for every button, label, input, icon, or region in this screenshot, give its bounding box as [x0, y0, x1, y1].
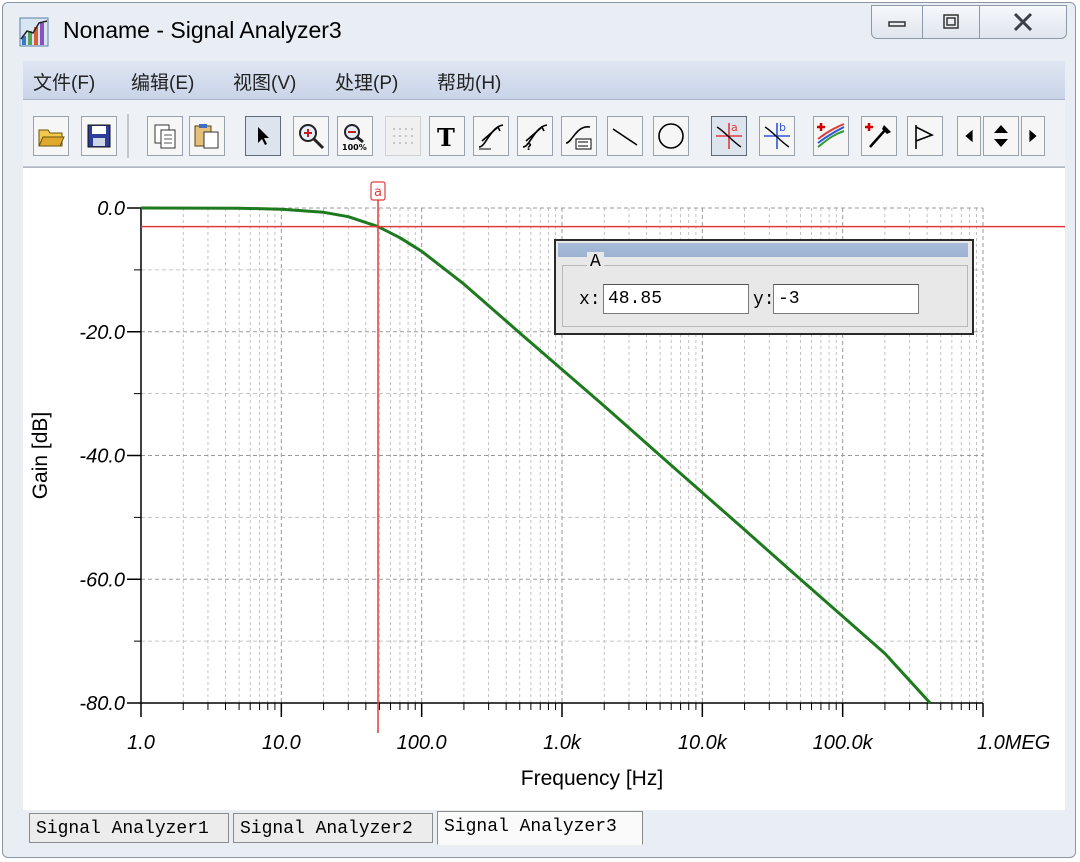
title-bar[interactable]: Noname - Signal Analyzer3	[3, 3, 1075, 59]
scroll-updown-button[interactable]	[983, 116, 1019, 156]
copy-button[interactable]	[147, 116, 183, 156]
x-tick-label: 1.0k	[543, 732, 582, 754]
paste-icon	[194, 124, 219, 149]
flag-icon	[915, 125, 934, 149]
readout-group: A x: 48.85 y: -3	[562, 252, 968, 327]
add-curve-icon	[817, 123, 845, 148]
text-icon: T	[437, 123, 455, 151]
svg-text:?: ?	[526, 142, 532, 151]
menu-help[interactable]: 帮助(H)	[437, 68, 501, 95]
scroll-right-icon	[1029, 129, 1037, 143]
y-tick-label: -20.0	[79, 322, 125, 344]
legend-button[interactable]	[561, 116, 597, 156]
open-folder-icon	[38, 129, 65, 147]
zoom-100-button[interactable]: 100%	[337, 116, 373, 156]
select-button[interactable]	[245, 116, 281, 156]
copy-icon	[154, 124, 176, 149]
scroll-left-button[interactable]	[957, 116, 981, 156]
scroll-left-icon	[965, 129, 973, 143]
pointer-icon	[258, 127, 269, 145]
line-icon	[612, 128, 638, 146]
line-button[interactable]	[607, 116, 643, 156]
menu-edit[interactable]: 编辑(E)	[131, 68, 194, 95]
window-title: Noname - Signal Analyzer3	[63, 17, 342, 43]
y-tick-label: -60.0	[79, 569, 125, 591]
close-icon	[1013, 12, 1033, 32]
save-button[interactable]	[81, 116, 117, 156]
analyzer-tabs: Signal Analyzer1 Signal Analyzer2 Signal…	[23, 811, 1065, 851]
scroll-right-button[interactable]	[1021, 116, 1045, 156]
cursor-a-icon: a	[716, 121, 742, 149]
zoom-in-icon	[299, 124, 325, 150]
y-axis-label: Gain [dB]	[29, 412, 52, 500]
y-tick-label: 0.0	[97, 198, 125, 220]
x-axis-label: Frequency [Hz]	[521, 767, 663, 790]
x-tick-label: 1.0	[127, 732, 155, 754]
x-tick-label: 10.0k	[678, 732, 728, 754]
svg-text:b: b	[779, 121, 786, 134]
menu-process[interactable]: 处理(P)	[335, 68, 398, 95]
minimize-icon	[888, 21, 906, 27]
svg-text:a: a	[731, 121, 738, 134]
tab-signal-analyzer-2[interactable]: Signal Analyzer2	[233, 813, 433, 843]
readout-y-label: y:	[753, 290, 775, 310]
legend-icon	[565, 126, 592, 150]
y-tick-label: -80.0	[79, 693, 125, 715]
cursor-readout-panel[interactable]: A x: 48.85 y: -3	[554, 239, 974, 335]
tab-signal-analyzer-3[interactable]: Signal Analyzer3	[437, 811, 643, 845]
x-tick-label: 100.0	[397, 732, 447, 754]
svg-text:100%: 100%	[342, 143, 367, 151]
grid-icon	[393, 128, 413, 144]
circle-button[interactable]	[653, 116, 689, 156]
menu-file[interactable]: 文件(F)	[33, 68, 95, 95]
label-query-button[interactable]: ?	[517, 116, 553, 156]
plot-area[interactable]: 0.0 -20.0 -40.0 -60.0 -80.0 1.0 10.0 100.0 1.0k 1…	[23, 167, 1065, 810]
save-icon	[87, 124, 111, 148]
y-tick-label: -40.0	[79, 446, 125, 468]
open-button[interactable]	[33, 116, 69, 156]
circle-icon	[658, 123, 684, 149]
signal-analyzer-app-icon	[19, 17, 49, 47]
menu-view[interactable]: 视图(V)	[233, 68, 296, 95]
readout-x-label: x:	[579, 290, 601, 310]
menu-bar: 文件(F) 编辑(E) 视图(V) 处理(P) 帮助(H)	[23, 61, 1065, 100]
x-tick-label: 100.0k	[813, 732, 874, 754]
zoom-in-button[interactable]	[293, 116, 329, 156]
cursor-a-button[interactable]: a	[711, 116, 747, 156]
label-button[interactable]	[473, 116, 509, 156]
label-query-icon: ?	[522, 124, 548, 151]
zoom-100-icon: 100%	[342, 124, 367, 151]
paste-button[interactable]	[189, 116, 225, 156]
label-icon	[478, 124, 504, 150]
cursor-marker-label: a	[374, 185, 382, 200]
cursor-b-icon: b	[764, 121, 790, 149]
probe-icon	[865, 123, 891, 148]
app-window: Noname - Signal Analyzer3 文件(F) 编辑(E) 视图…	[2, 2, 1076, 858]
cursor-b-button[interactable]: b	[759, 116, 795, 156]
readout-y-field[interactable]: -3	[773, 284, 919, 314]
probe-button[interactable]	[861, 116, 897, 156]
text-button[interactable]: T	[429, 116, 465, 156]
maximize-button[interactable]	[922, 5, 980, 39]
flag-button[interactable]	[907, 116, 943, 156]
readout-x-field[interactable]: 48.85	[603, 284, 749, 314]
maximize-icon	[943, 14, 959, 29]
toolbar: 100% T ? a b	[23, 100, 1065, 167]
grid-button[interactable]	[385, 116, 421, 156]
svg-text:T: T	[437, 123, 455, 151]
add-curve-button[interactable]	[813, 116, 849, 156]
x-tick-label: 10.0	[262, 732, 301, 754]
readout-title-bar[interactable]	[558, 243, 968, 257]
minimize-button[interactable]	[871, 5, 923, 39]
scroll-updown-icon	[994, 125, 1008, 147]
readout-group-label: A	[587, 252, 604, 272]
toolbar-separator	[127, 114, 129, 158]
close-button[interactable]	[979, 5, 1067, 39]
tab-signal-analyzer-1[interactable]: Signal Analyzer1	[29, 813, 229, 843]
x-tick-label: 1.0MEG	[977, 732, 1050, 754]
